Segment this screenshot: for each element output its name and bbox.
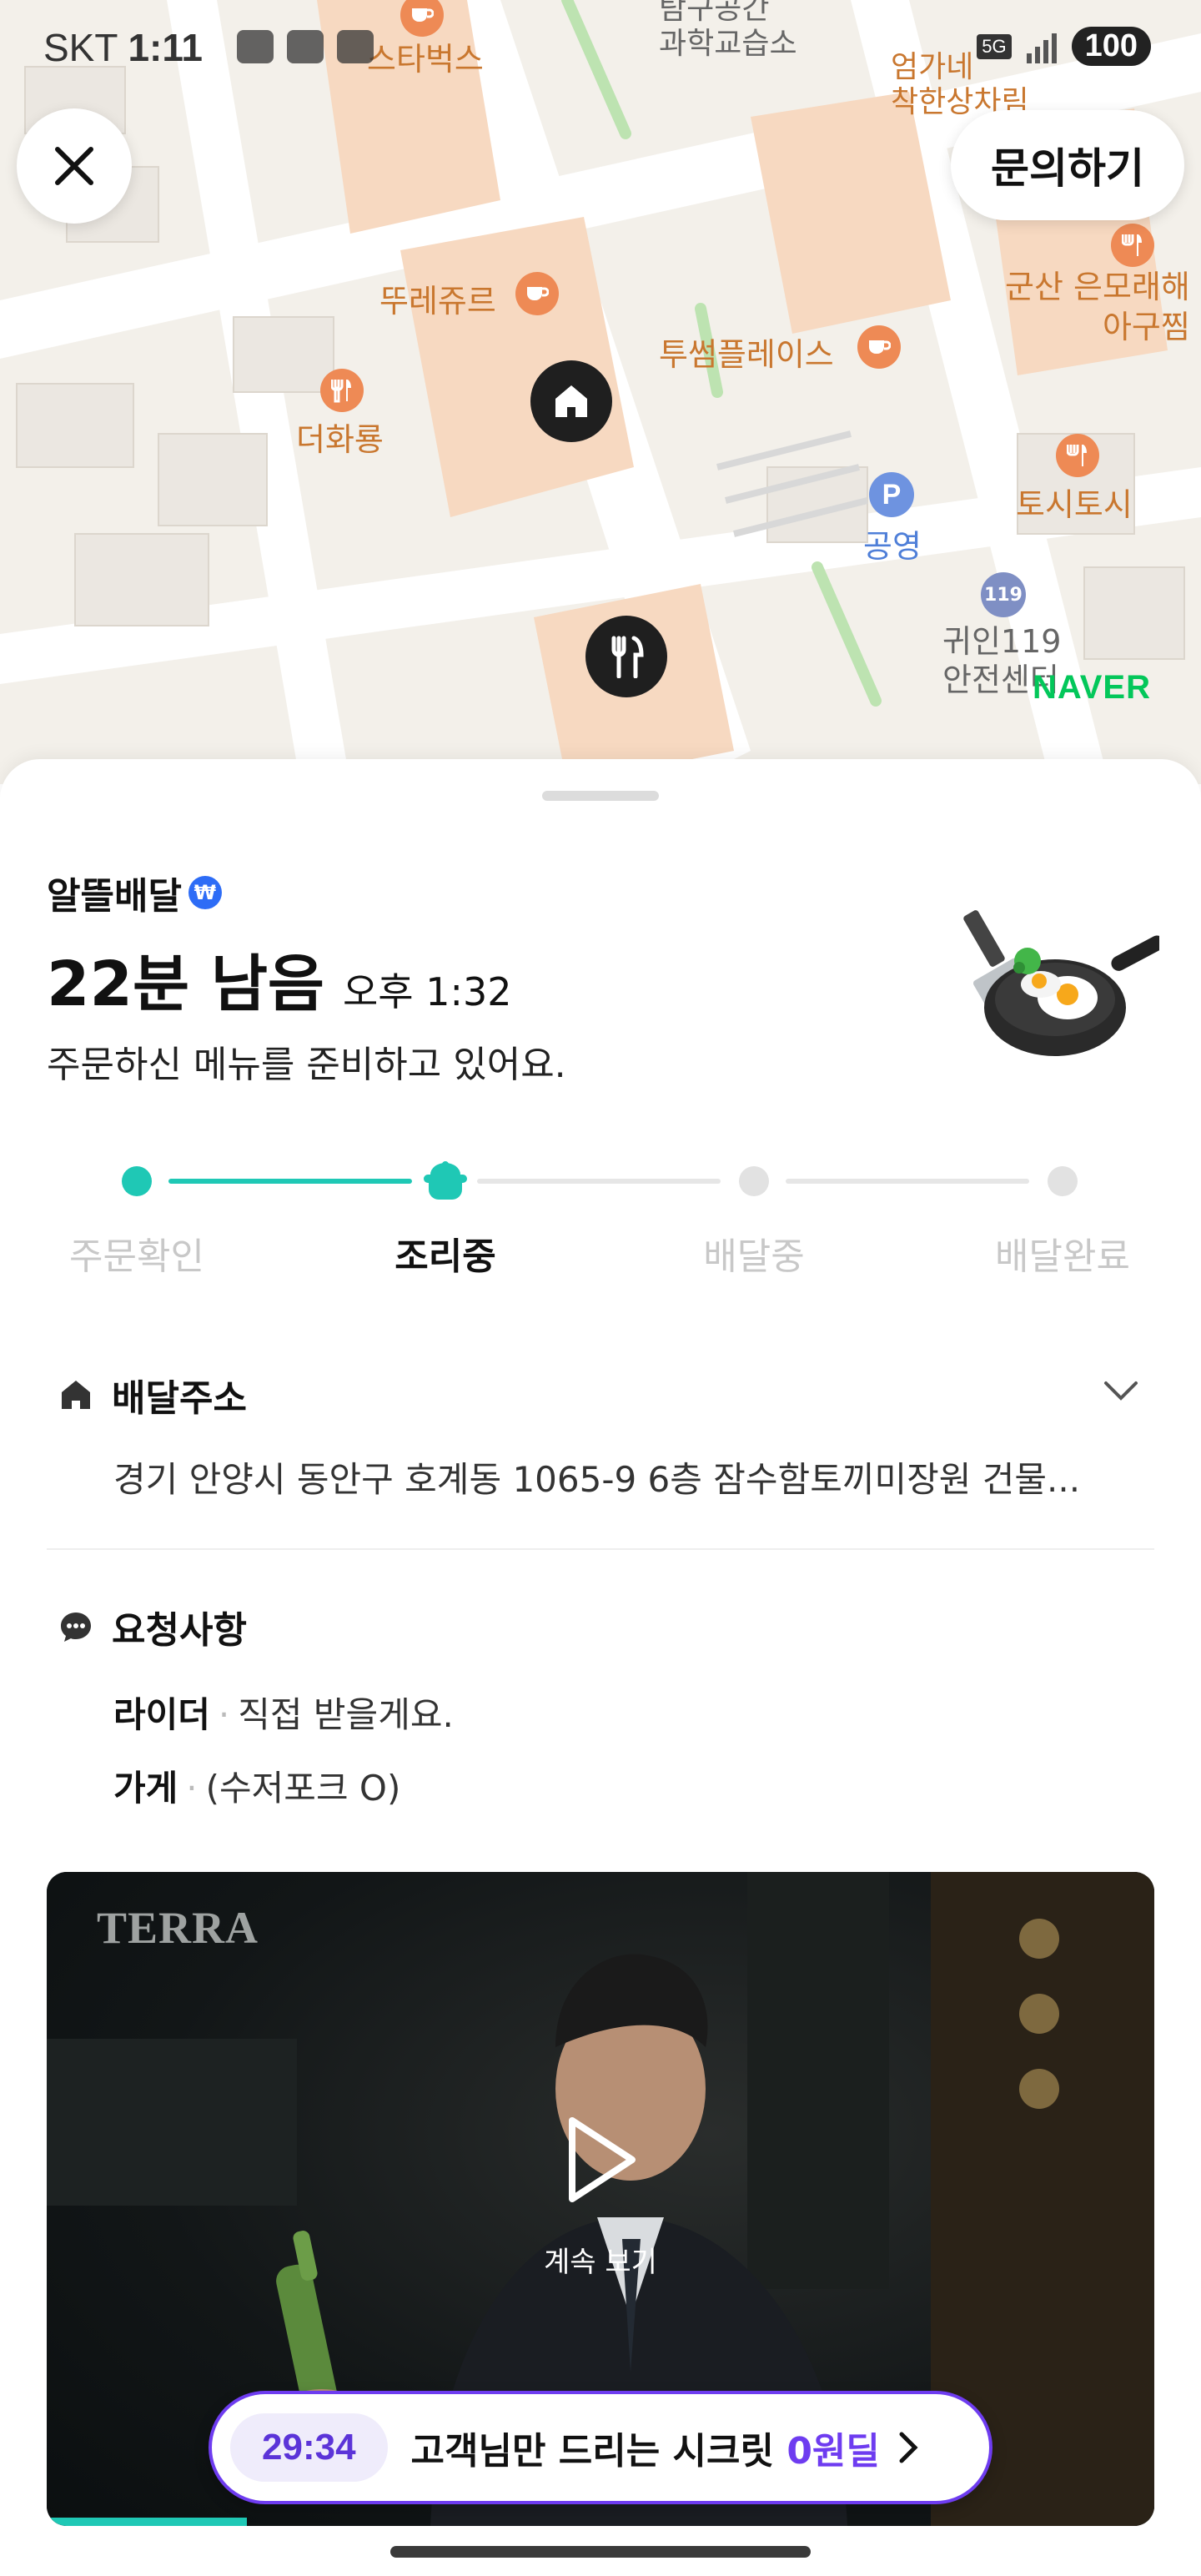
- map-label-tous[interactable]: 뚜레쥬르: [379, 275, 496, 321]
- sheet-drag-handle[interactable]: [542, 791, 659, 801]
- naver-map-logo: NAVER: [1032, 669, 1151, 706]
- progress-line-pending: [786, 1179, 1029, 1184]
- promo-text-main: 고객님만 드리는 시크릿: [410, 2430, 774, 2473]
- eta-clock: 오후 1:32: [342, 969, 512, 1014]
- signal-icon: [1026, 30, 1057, 63]
- carrier-label: SKT: [43, 26, 118, 69]
- deal-timer: 29:34: [230, 2413, 388, 2482]
- order-status-sheet: 알뜰배달 ₩ 22분 남음 오후 1:32 주문하신 메뉴를 준비하고 있어요.: [0, 759, 1201, 2576]
- store-label: 가게: [113, 1768, 178, 1809]
- ad-progress-bar: [47, 2518, 247, 2526]
- step-label-cooking: 조리중: [394, 1235, 496, 1278]
- restaurant-icon[interactable]: [1056, 434, 1099, 477]
- promo-text: 고객님만 드리는 시크릿 0원딜: [411, 2421, 880, 2474]
- step-dot-delivering: [739, 1166, 769, 1196]
- chevron-right-icon: [899, 2432, 918, 2463]
- play-icon[interactable]: [564, 2114, 639, 2206]
- status-description: 주문하신 메뉴를 준비하고 있어요.: [47, 1044, 566, 1086]
- status-bar: SKT 1:11 5G 100: [0, 0, 1201, 100]
- step-label-delivering: 배달중: [703, 1235, 805, 1278]
- continue-watching-label[interactable]: 계속 보기: [47, 2239, 1154, 2280]
- food-notification-icon: [237, 30, 274, 63]
- store-title: 알뜰배달 ₩: [47, 866, 222, 919]
- delivery-address: 경기 안양시 동안구 호계동 1065-9 6층 잠수함토끼미장원 건물...: [113, 1459, 1081, 1500]
- restaurant-icon[interactable]: [1111, 224, 1154, 267]
- verified-badge-icon: ₩: [188, 876, 222, 909]
- rider-request-text: 직접 받을게요.: [238, 1694, 454, 1735]
- secret-deal-banner[interactable]: 29:34 고객님만 드리는 시크릿 0원딜: [209, 2391, 992, 2504]
- remaining-time: 22분 남음: [47, 948, 324, 1020]
- cafe-icon[interactable]: [857, 325, 901, 369]
- step-dot-confirmed: [122, 1166, 152, 1196]
- map-label-dehwaryong[interactable]: 더화룡: [296, 414, 384, 460]
- inquiry-button[interactable]: 문의하기: [951, 110, 1184, 220]
- store-name: 알뜰배달: [47, 875, 182, 918]
- home-icon: [62, 1381, 90, 1409]
- close-icon: [55, 147, 93, 185]
- screenshot-notification-icon: [337, 30, 374, 63]
- chat-notification-icon: [287, 30, 324, 63]
- system-icons: 5G 100: [977, 27, 1151, 66]
- step-label-confirmed: 주문확인: [69, 1235, 204, 1278]
- carrier-text: SKT 1:11: [43, 25, 203, 70]
- home-indicator[interactable]: [390, 2546, 811, 2558]
- rider-request-row: 라이더 · 직접 받을게요.: [113, 1694, 454, 1735]
- progress-line-done: [168, 1179, 412, 1184]
- progress-line-pending: [477, 1179, 721, 1184]
- close-button[interactable]: [17, 108, 132, 224]
- promo-highlight: 0원딜: [786, 2430, 880, 2473]
- store-pin-icon[interactable]: [585, 616, 667, 697]
- ad-brand-logo: TERRA: [97, 1903, 259, 1953]
- speech-bubble-icon: [61, 1613, 91, 1642]
- store-request-text: (수저포크 O): [205, 1768, 401, 1809]
- section-divider: [47, 1548, 1154, 1550]
- eta-row: 22분 남음 오후 1:32: [47, 934, 512, 1024]
- request-section-header: 요청사항: [58, 1600, 247, 1653]
- notification-icons: [237, 30, 374, 63]
- clock: 1:11: [128, 26, 203, 69]
- cooking-pot-icon: [424, 1161, 467, 1200]
- map-label-gunsan[interactable]: 군산 은모래해 아구찜: [1005, 267, 1190, 347]
- map-label-parking[interactable]: 공영: [863, 521, 922, 566]
- fire-station-icon[interactable]: 119: [981, 572, 1026, 617]
- step-label-delivered: 배달완료: [995, 1235, 1130, 1278]
- cafe-icon[interactable]: [515, 272, 559, 315]
- network-type: 5G: [977, 33, 1012, 59]
- parking-icon[interactable]: P: [869, 472, 914, 517]
- address-section-header[interactable]: 배달주소: [58, 1368, 247, 1421]
- step-dot-delivered: [1048, 1166, 1078, 1196]
- request-title: 요청사항: [112, 1609, 247, 1652]
- address-title: 배달주소: [112, 1377, 247, 1420]
- battery-indicator: 100: [1071, 27, 1151, 66]
- rider-label: 라이더: [113, 1694, 210, 1735]
- cooking-pan-icon: [963, 910, 1159, 1056]
- map-view[interactable]: 스타벅스 탐구공간 과학교습소 엄가네 착한상차림 뚜레쥬르 투썸플레이스 더화…: [0, 0, 1201, 784]
- map-label-tositosi[interactable]: 토시토시: [1016, 479, 1133, 525]
- chevron-down-icon[interactable]: [1103, 1378, 1139, 1403]
- store-request-row: 가게 · (수저포크 O): [113, 1768, 401, 1809]
- map-label-twosome[interactable]: 투썸플레이스: [659, 329, 834, 375]
- restaurant-icon[interactable]: [320, 369, 364, 412]
- home-pin-icon[interactable]: [530, 360, 612, 442]
